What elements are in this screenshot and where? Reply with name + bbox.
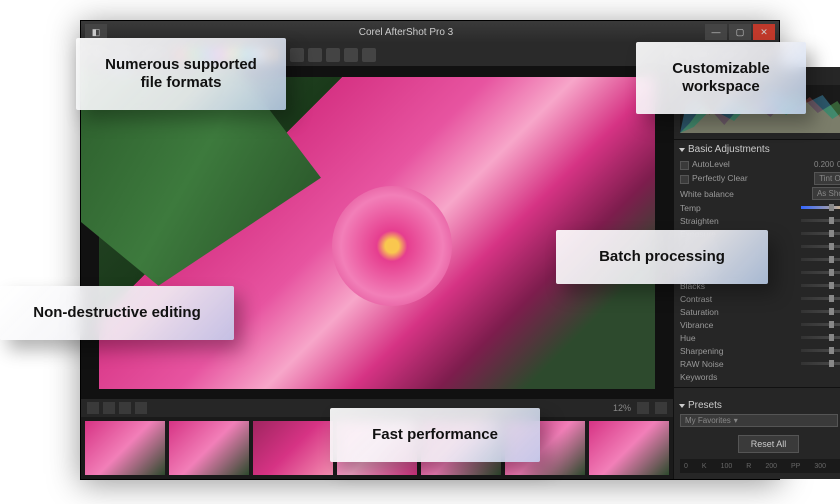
- filllight-slider[interactable]: [801, 271, 840, 274]
- timeline-ruler: 0K100R200PP300A400: [680, 459, 840, 473]
- vibrance-slider[interactable]: [801, 323, 840, 326]
- fit-icon[interactable]: [637, 402, 649, 414]
- fullscreen-icon[interactable]: [655, 402, 667, 414]
- callout-batch: Batch processing: [556, 230, 768, 284]
- toolbar-tools: [290, 48, 376, 62]
- exposure-slider[interactable]: [801, 232, 840, 235]
- whitebalance-select[interactable]: As Shot▾: [812, 187, 840, 200]
- section-title: Presets: [688, 400, 722, 411]
- thumbnail[interactable]: [85, 421, 165, 475]
- undo-icon[interactable]: [344, 48, 358, 62]
- straighten-slider[interactable]: [801, 219, 840, 222]
- saturation-slider[interactable]: [801, 310, 840, 313]
- autolevel-checkbox[interactable]: [680, 161, 689, 170]
- view-mode-icon[interactable]: [135, 402, 147, 414]
- thumbnail[interactable]: [589, 421, 669, 475]
- collapse-icon[interactable]: [679, 404, 685, 408]
- view-mode-icon[interactable]: [103, 402, 115, 414]
- collapse-icon[interactable]: [679, 148, 685, 152]
- flag-icon[interactable]: [326, 48, 340, 62]
- rotate-icon[interactable]: [308, 48, 322, 62]
- zoom-value: 12%: [613, 403, 631, 413]
- reset-all-button[interactable]: Reset All: [738, 435, 800, 453]
- perfectlyclear-checkbox[interactable]: [680, 175, 689, 184]
- section-title: Basic Adjustments: [688, 144, 770, 155]
- temp-slider[interactable]: [801, 206, 840, 209]
- callout-performance: Fast performance: [330, 408, 540, 462]
- redo-icon[interactable]: [362, 48, 376, 62]
- hlrange-slider[interactable]: [801, 258, 840, 261]
- callout-file-formats: Numerous supported file formats: [76, 38, 286, 110]
- window-title: Corel AfterShot Pro 3: [107, 27, 705, 38]
- hue-slider[interactable]: [801, 336, 840, 339]
- crop-icon[interactable]: [290, 48, 304, 62]
- sharpen-slider[interactable]: [801, 349, 840, 352]
- blacks-slider[interactable]: [801, 284, 840, 287]
- thumbnail[interactable]: [169, 421, 249, 475]
- perfectlyclear-select[interactable]: Tint Off▾: [814, 172, 840, 185]
- presets-select[interactable]: My Favorites▾: [680, 414, 838, 427]
- callout-nondestructive: Non-destructive editing: [0, 286, 234, 340]
- maximize-button[interactable]: ▢: [729, 24, 751, 40]
- minimize-button[interactable]: —: [705, 24, 727, 40]
- highlights-slider[interactable]: [801, 245, 840, 248]
- view-mode-icon[interactable]: [119, 402, 131, 414]
- view-mode-icon[interactable]: [87, 402, 99, 414]
- presets-section: Presets My Favorites▾ + − Reset All 0K10…: [674, 394, 840, 479]
- callout-workspace: Customizable workspace: [636, 42, 806, 114]
- thumbnail[interactable]: [253, 421, 333, 475]
- rawnoise-slider[interactable]: [801, 362, 840, 365]
- contrast-slider[interactable]: [801, 297, 840, 300]
- close-button[interactable]: ✕: [753, 24, 775, 40]
